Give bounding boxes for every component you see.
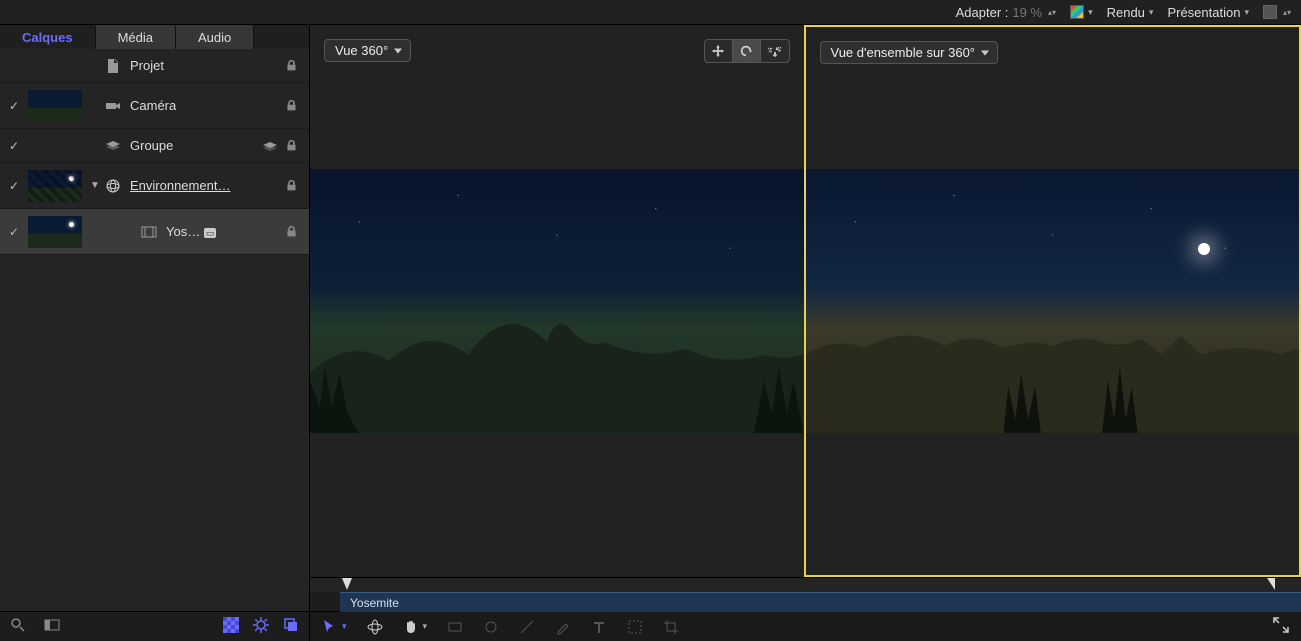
fit-value: 19 % <box>1012 5 1042 20</box>
layer-row-environment[interactable]: ✓ ▼ Environnement… <box>0 163 309 209</box>
chevron-down-icon: ▾ <box>1088 7 1093 18</box>
canvas-area: Vue 360° <box>310 25 1301 641</box>
line-tool[interactable] <box>519 619 535 635</box>
viewport-image[interactable] <box>310 25 804 577</box>
sidebar: Calques Média Audio Projet <box>0 25 310 641</box>
background-swatch-icon <box>1263 5 1277 19</box>
dolly-tool-button[interactable] <box>761 40 789 62</box>
tab-audio[interactable]: Audio <box>176 25 254 49</box>
view-mode-dropdown[interactable]: Vue d'ensemble sur 360° <box>820 41 999 64</box>
layer-thumbnail <box>28 216 82 248</box>
color-channels-menu[interactable]: ▾ <box>1070 5 1093 19</box>
hand-tool[interactable]: ▾ <box>403 619 428 635</box>
viewport-left[interactable]: Vue 360° <box>310 25 804 577</box>
layer-name: Projet <box>124 58 281 73</box>
lock-icon[interactable] <box>281 59 301 72</box>
render-label: Rendu <box>1107 5 1145 20</box>
project-icon <box>102 58 124 74</box>
chevron-down-icon: ▾ <box>1244 7 1249 18</box>
lock-icon[interactable] <box>281 99 301 112</box>
render-menu[interactable]: Rendu ▾ <box>1107 5 1154 20</box>
orbit-tool-button[interactable] <box>733 40 761 62</box>
3d-transform-tool[interactable] <box>367 619 383 635</box>
visibility-checkbox[interactable]: ✓ <box>0 179 28 193</box>
visibility-checkbox[interactable]: ✓ <box>0 99 28 113</box>
tab-media[interactable]: Média <box>96 25 176 49</box>
disclosure-triangle-icon[interactable]: ▼ <box>88 180 102 191</box>
badge-icon: ▭ <box>204 228 217 238</box>
panel-icon[interactable] <box>44 617 60 636</box>
chevron-down-icon[interactable]: ▾ <box>342 621 347 632</box>
layer-row-project[interactable]: Projet <box>0 49 309 83</box>
visibility-checkbox[interactable]: ✓ <box>0 139 28 153</box>
out-marker-icon[interactable] <box>1267 578 1275 590</box>
camera-icon <box>102 98 124 114</box>
search-icon[interactable] <box>10 617 26 636</box>
stepper-icon[interactable]: ▴▾ <box>1283 10 1291 15</box>
layer-row-group[interactable]: ✓ Groupe <box>0 129 309 163</box>
layer-row-camera[interactable]: ✓ Caméra <box>0 83 309 129</box>
layer-name: Groupe <box>124 138 259 153</box>
canvas-footer-toolbar: ▾ ▾ <box>310 611 1301 641</box>
sphere-360-icon <box>102 178 124 194</box>
layer-name: Caméra <box>124 98 281 113</box>
timeline-ruler[interactable] <box>310 578 1301 592</box>
layer-list: Projet ✓ Caméra <box>0 49 309 611</box>
timeline-clip[interactable]: Yosemite <box>340 592 1301 612</box>
sidebar-tabs: Calques Média Audio <box>0 25 309 49</box>
circle-tool[interactable] <box>483 619 499 635</box>
chevron-down-icon[interactable]: ▾ <box>423 621 428 632</box>
fit-label: Adapter : <box>956 5 1009 20</box>
filmstrip-icon <box>138 224 160 240</box>
gear-icon[interactable] <box>253 617 269 636</box>
sidebar-footer <box>0 611 309 641</box>
lock-icon[interactable] <box>281 179 301 192</box>
stack-icon[interactable] <box>283 617 299 636</box>
layer-row-clip[interactable]: ✓ Yos… ▭ <box>0 209 309 255</box>
blend-icon[interactable] <box>259 138 281 154</box>
lock-icon[interactable] <box>281 139 301 152</box>
orientation-tools <box>704 39 790 63</box>
visibility-checkbox[interactable]: ✓ <box>0 225 28 239</box>
layer-name: Environnement… <box>124 178 281 193</box>
lock-icon[interactable] <box>281 225 301 238</box>
fit-control[interactable]: Adapter : 19 % ▴▾ <box>956 5 1056 20</box>
viewport-right[interactable]: Vue d'ensemble sur 360° <box>804 25 1301 577</box>
crop-tool[interactable] <box>663 619 679 635</box>
fullscreen-icon[interactable] <box>1273 621 1289 636</box>
pan-tool-button[interactable] <box>705 40 733 62</box>
mask-tool[interactable] <box>627 619 643 635</box>
viewport-image[interactable] <box>806 27 1300 575</box>
layer-thumbnail <box>28 90 82 122</box>
timeline[interactable]: Yosemite <box>310 577 1301 611</box>
color-swatch-icon <box>1070 5 1084 19</box>
tab-layers[interactable]: Calques <box>0 25 96 49</box>
layer-thumbnail <box>28 170 82 202</box>
pen-tool[interactable] <box>555 619 571 635</box>
chevron-down-icon: ▾ <box>1149 7 1154 18</box>
arrow-tool[interactable]: ▾ <box>322 619 347 635</box>
transparency-grid-icon[interactable] <box>223 617 239 636</box>
background-color-menu[interactable]: ▴▾ <box>1263 5 1291 19</box>
top-toolbar: Adapter : 19 % ▴▾ ▾ Rendu ▾ Présentation… <box>0 0 1301 25</box>
stepper-icon[interactable]: ▴▾ <box>1048 10 1056 15</box>
presentation-label: Présentation <box>1167 5 1240 20</box>
text-tool[interactable] <box>591 619 607 635</box>
presentation-menu[interactable]: Présentation ▾ <box>1167 5 1249 20</box>
rectangle-tool[interactable] <box>447 619 463 635</box>
layer-name: Yos… ▭ <box>160 224 281 239</box>
group-icon <box>102 138 124 154</box>
playhead-icon[interactable] <box>342 578 352 590</box>
view-mode-dropdown[interactable]: Vue 360° <box>324 39 411 62</box>
